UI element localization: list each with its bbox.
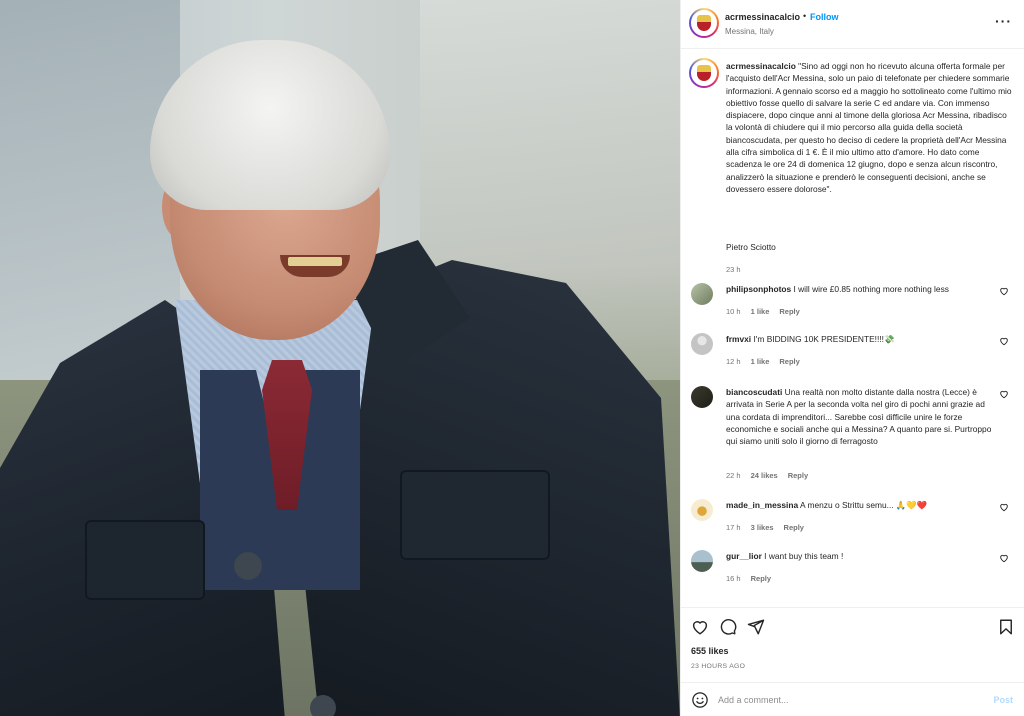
caption-text: acrmessinacalcio "Sino ad oggi non ho ri… (726, 60, 1014, 195)
commenter-avatar[interactable] (691, 550, 713, 572)
comment-meta: 16 h Reply (726, 574, 781, 583)
reply-button[interactable]: Reply (751, 574, 771, 583)
add-comment-bar: Post (681, 682, 1024, 716)
photo-pocket (400, 470, 550, 560)
comment-time: 16 h (726, 574, 741, 583)
reply-button[interactable]: Reply (784, 523, 804, 532)
comment-likes[interactable]: 24 likes (751, 471, 778, 480)
commenter-avatar[interactable] (691, 283, 713, 305)
caption-time: 23 h (726, 265, 741, 274)
club-logo-icon (697, 65, 711, 81)
reply-button[interactable]: Reply (779, 307, 799, 316)
comment-time: 22 h (726, 471, 741, 480)
caption-body: "Sino ad oggi non ho ricevuto alcuna off… (726, 61, 1012, 194)
post-photo[interactable] (0, 0, 680, 716)
caption-signature: Pietro Sciotto (726, 242, 776, 252)
comment-icon[interactable] (719, 618, 737, 636)
comment-likes[interactable]: 1 like (751, 307, 770, 316)
heart-icon[interactable] (999, 336, 1009, 346)
comment-text: gur__lior I want buy this team ! (726, 550, 998, 562)
post-actions: 655 likes 23 HOURS AGO (681, 607, 1024, 682)
photo-teeth (288, 257, 342, 266)
comment-text: made_in_messina A menzu o Strittu semu..… (726, 499, 998, 511)
reply-button[interactable]: Reply (779, 357, 799, 366)
share-icon[interactable] (747, 618, 765, 636)
comment-username[interactable]: frmvxi (726, 334, 751, 344)
save-bookmark-icon[interactable] (997, 618, 1015, 636)
comment-body: I will wire £0.85 nothing more nothing l… (793, 284, 949, 294)
profile-avatar[interactable] (689, 8, 719, 38)
photo-hair (150, 40, 390, 210)
post-username[interactable]: acrmessinacalcio (725, 12, 800, 22)
comment-username[interactable]: biancoscudati (726, 387, 782, 397)
caption-username[interactable]: acrmessinacalcio (726, 61, 796, 71)
comment-time: 12 h (726, 357, 741, 366)
comment-meta: 10 h 1 like Reply (726, 307, 810, 316)
comment-input[interactable] (718, 690, 968, 710)
heart-icon[interactable] (999, 553, 1009, 563)
photo-pocket-left (85, 520, 205, 600)
comment-username[interactable]: gur__lior (726, 551, 762, 561)
comment-text: biancoscudati Una realtà non molto dista… (726, 386, 998, 447)
comment-meta: 22 h 24 likes Reply (726, 471, 818, 480)
comment-body: I want buy this team ! (764, 551, 844, 561)
separator-dot: • (803, 11, 807, 21)
comment-body: I'm BIDDING 10K PRESIDENTE!!!!💸 (753, 334, 895, 344)
comment-text: philipsonphotos I will wire £0.85 nothin… (726, 283, 998, 295)
comment-username[interactable]: made_in_messina (726, 500, 798, 510)
post-comment-button[interactable]: Post (993, 695, 1013, 705)
reply-button[interactable]: Reply (788, 471, 808, 480)
comment-meta: 12 h 1 like Reply (726, 357, 810, 366)
photo-button (310, 695, 336, 716)
post-timestamp: 23 HOURS AGO (691, 663, 746, 670)
post-location[interactable]: Messina, Italy (725, 27, 774, 36)
commenter-avatar[interactable] (691, 499, 713, 521)
like-heart-icon[interactable] (691, 618, 709, 636)
comment-likes[interactable]: 1 like (751, 357, 770, 366)
comment-username[interactable]: philipsonphotos (726, 284, 791, 294)
heart-icon[interactable] (999, 389, 1009, 399)
commenter-avatar[interactable] (691, 386, 713, 408)
comment-text: frmvxi I'm BIDDING 10K PRESIDENTE!!!!💸 (726, 333, 998, 345)
comments-list[interactable]: acrmessinacalcio "Sino ad oggi non ho ri… (681, 50, 1024, 607)
likes-count[interactable]: 655 likes (691, 646, 729, 656)
comment-likes[interactable]: 3 likes (751, 523, 774, 532)
emoji-icon[interactable] (691, 691, 709, 709)
more-options-icon[interactable]: ··· (995, 13, 1012, 29)
commenter-avatar[interactable] (691, 333, 713, 355)
caption-avatar[interactable] (689, 58, 719, 88)
heart-icon[interactable] (999, 502, 1009, 512)
comment-time: 17 h (726, 523, 741, 532)
comment-meta: 17 h 3 likes Reply (726, 523, 814, 532)
comment-body: A menzu o Strittu semu... 🙏💛❤️ (800, 500, 928, 510)
follow-button[interactable]: Follow (810, 12, 839, 22)
comment-time: 10 h (726, 307, 741, 316)
club-logo-icon (697, 15, 711, 31)
photo-button (234, 552, 262, 580)
heart-icon[interactable] (999, 286, 1009, 296)
post-side-panel: acrmessinacalcio • Follow Messina, Italy… (680, 0, 1024, 716)
post-header: acrmessinacalcio • Follow Messina, Italy… (681, 0, 1024, 49)
